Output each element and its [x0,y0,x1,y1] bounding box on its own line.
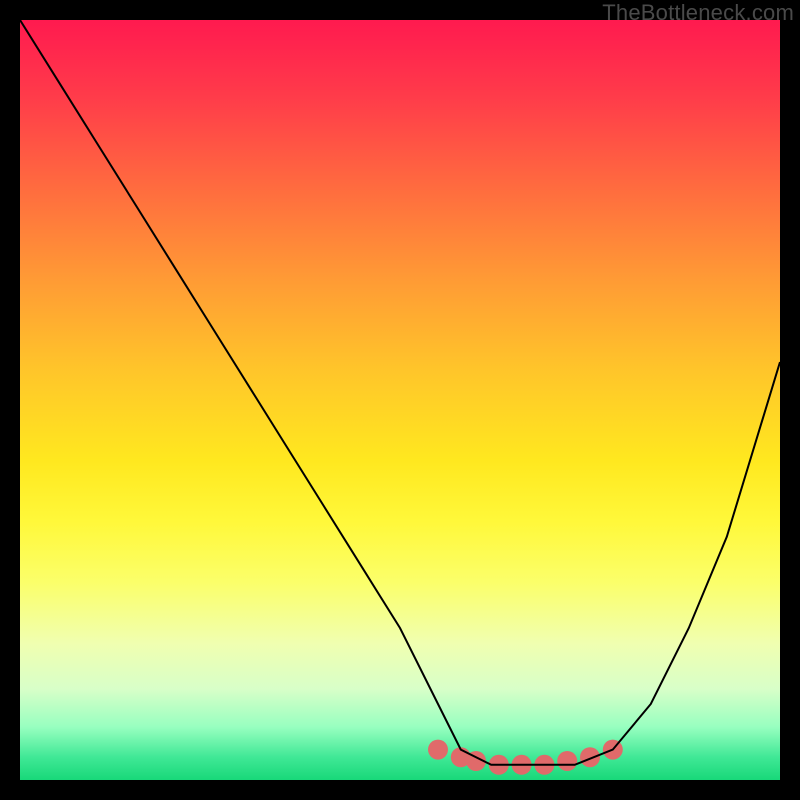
bottleneck-curve [20,20,780,765]
plateau-dot [428,740,448,760]
plateau-dot [580,747,600,767]
chart-frame: TheBottleneck.com [0,0,800,800]
plot-area [20,20,780,780]
plateau-dot [557,751,577,771]
curve-svg [20,20,780,780]
